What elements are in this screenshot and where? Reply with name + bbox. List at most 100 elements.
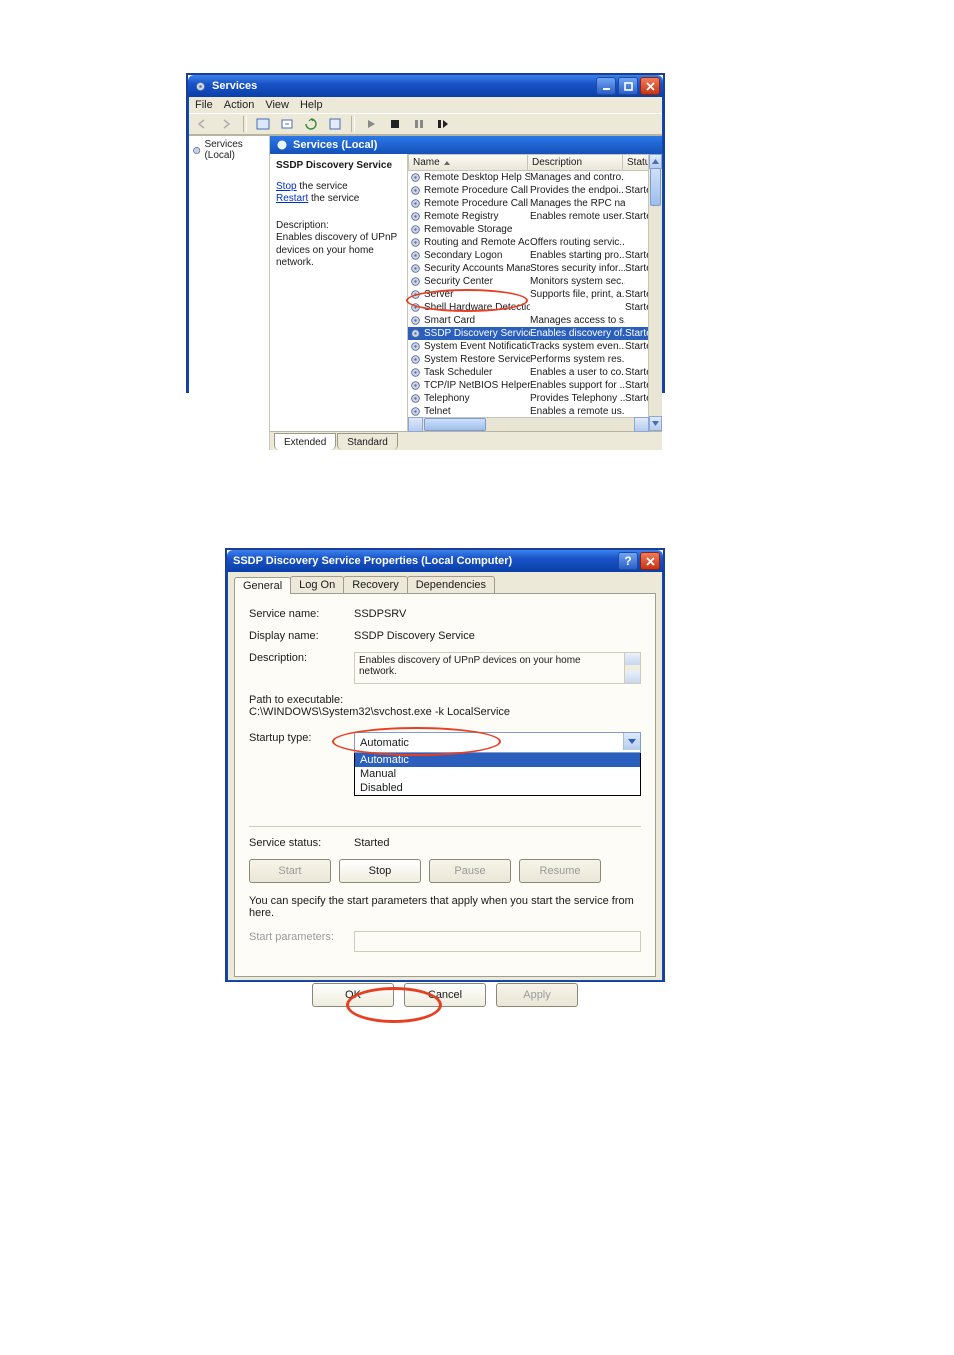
service-row[interactable]: Remote Procedure Call (RPC)...Manages th… [408,197,662,210]
play-icon[interactable] [361,114,381,134]
row-name: Telephony [424,393,470,404]
scroll-up-icon[interactable] [625,653,640,665]
row-name: Security Center [424,276,493,287]
menu-help[interactable]: Help [300,99,323,111]
startup-type-select[interactable]: Automatic [354,732,641,753]
service-row[interactable]: Task SchedulerEnables a user to co...Sta… [408,366,662,379]
value-service-status: Started [354,837,641,849]
service-row[interactable]: TelephonyProvides Telephony ...Started [408,392,662,405]
service-row[interactable]: Removable Storage [408,223,662,236]
menu-view[interactable]: View [265,99,289,111]
menu-file[interactable]: File [195,99,213,111]
minimize-button[interactable] [596,77,616,95]
service-row[interactable]: System Event NotificationTracks system e… [408,340,662,353]
row-name: Routing and Remote Access [424,237,530,248]
stop-service-link[interactable]: Stop [276,181,297,192]
service-row[interactable]: Shell Hardware DetectionStarted [408,301,662,314]
forward-button[interactable] [217,114,237,134]
dialog-titlebar[interactable]: SSDP Discovery Service Properties (Local… [227,550,663,572]
tab-dependencies[interactable]: Dependencies [407,576,495,593]
scroll-down-icon[interactable] [625,671,640,683]
vertical-scrollbar[interactable] [648,154,662,431]
startup-option[interactable]: Automatic [355,753,640,767]
col-description[interactable]: Description [528,154,623,171]
scroll-right-icon[interactable] [634,417,649,432]
tab-general[interactable]: General [234,577,291,594]
startup-option[interactable]: Disabled [355,781,640,795]
row-description: Enables discovery of... [530,328,625,339]
label-service-status: Service status: [249,837,354,849]
chevron-down-icon[interactable] [623,733,640,750]
close-button[interactable] [640,77,660,95]
start-parameters-input[interactable] [354,931,641,952]
row-description: Tracks system even... [530,341,625,352]
row-description: Performs system res... [530,354,625,365]
view-tabs: Extended Standard [270,431,662,450]
restart-service-link[interactable]: Restart [276,193,308,204]
service-row[interactable]: TCP/IP NetBIOS HelperEnables support for… [408,379,662,392]
window-title: Services [212,80,596,92]
service-info-pane: SSDP Discovery Service Stop the service … [270,154,408,431]
help-icon[interactable] [325,114,345,134]
scroll-up-icon[interactable] [649,154,662,169]
service-row[interactable]: SSDP Discovery ServiceEnables discovery … [408,327,662,340]
tab-recovery[interactable]: Recovery [343,576,407,593]
row-description: Monitors system sec... [530,276,625,287]
tree-root-services-local[interactable]: Services (Local) [192,139,266,161]
row-description: Stores security infor... [530,263,625,274]
service-row[interactable]: Secondary LogonEnables starting pro...St… [408,249,662,262]
start-button[interactable]: Start [249,859,331,883]
close-button[interactable] [640,552,660,570]
scroll-down-icon[interactable] [649,416,662,431]
refresh-icon[interactable] [301,114,321,134]
service-row[interactable]: ServerSupports file, print, a...Started [408,288,662,301]
row-description: Manages and contro... [530,172,625,183]
menubar: File Action View Help [189,97,662,113]
scroll-left-icon[interactable] [408,417,423,432]
service-row[interactable]: Routing and Remote AccessOffers routing … [408,236,662,249]
properties-icon[interactable] [253,114,273,134]
link-suffix: the service [297,181,348,192]
menu-action[interactable]: Action [224,99,255,111]
scroll-thumb[interactable] [424,418,486,431]
row-name: Security Accounts Manager [424,263,530,274]
service-row[interactable]: Remote RegistryEnables remote user...Sta… [408,210,662,223]
restart-icon[interactable] [433,114,453,134]
context-help-button[interactable]: ? [618,552,638,570]
resume-button[interactable]: Resume [519,859,601,883]
service-row[interactable]: Smart CardManages access to s... [408,314,662,327]
service-row[interactable]: System Restore ServicePerforms system re… [408,353,662,366]
ok-button[interactable]: OK [312,983,394,1007]
back-button[interactable] [193,114,213,134]
export-icon[interactable] [277,114,297,134]
tab-panel-general: Service name: SSDPSRV Display name: SSDP… [234,593,656,977]
service-row[interactable]: Security Center Monitors system sec... [408,275,662,288]
row-name: Remote Procedure Call (RPC) [424,185,530,196]
stop-button[interactable]: Stop [339,859,421,883]
startup-option[interactable]: Manual [355,767,640,781]
row-description: Provides Telephony ... [530,393,625,404]
tab-logon[interactable]: Log On [290,576,344,593]
tab-standard[interactable]: Standard [337,433,398,450]
service-row[interactable]: Remote Procedure Call (RPC)Provides the … [408,184,662,197]
label-service-name: Service name: [249,608,354,620]
service-row[interactable]: Remote Desktop Help Sessio...Manages and… [408,171,662,184]
pause-button[interactable]: Pause [429,859,511,883]
desc-scrollbar[interactable] [624,652,641,684]
row-description: Enables a remote us... [530,406,625,417]
pane-header: Services (Local) [270,136,662,154]
maximize-button[interactable] [618,77,638,95]
tab-extended[interactable]: Extended [274,433,336,450]
stop-icon[interactable] [385,114,405,134]
services-titlebar[interactable]: Services [188,75,663,97]
apply-button[interactable]: Apply [496,983,578,1007]
scroll-thumb[interactable] [650,168,661,206]
cancel-button[interactable]: Cancel [404,983,486,1007]
selected-service-title: SSDP Discovery Service [276,160,401,173]
dialog-button-row: OK Cancel Apply [228,983,662,1007]
horizontal-scrollbar[interactable] [408,417,649,431]
row-description: Manages access to s... [530,315,625,326]
pause-icon[interactable] [409,114,429,134]
service-row[interactable]: Security Accounts ManagerStores security… [408,262,662,275]
col-name[interactable]: Name [408,154,528,171]
